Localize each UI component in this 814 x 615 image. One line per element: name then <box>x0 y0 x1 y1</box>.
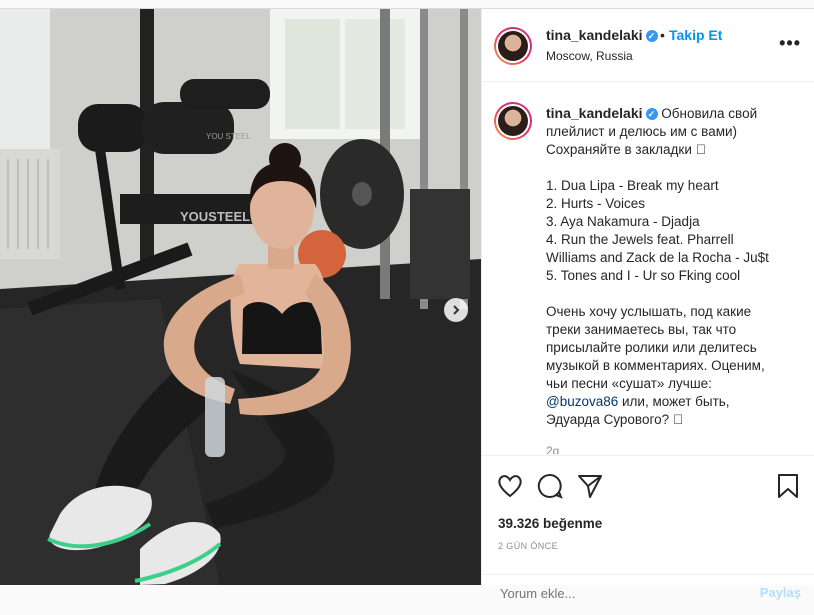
post-comment-button[interactable]: Paylaş <box>760 585 801 600</box>
post-caption: tina_kandelaki ✓ Обновила свой плейлист и… <box>546 104 806 429</box>
brand-text: YOUSTEEL <box>180 209 250 224</box>
avatar[interactable] <box>494 27 532 65</box>
caption-avatar[interactable] <box>494 102 532 140</box>
caption-line: или, может быть, <box>618 394 730 409</box>
caption-line: плейлист и делюсь им с вами) <box>546 124 738 139</box>
post-photo[interactable]: YOU STEEL YOUSTEEL <box>0 9 481 585</box>
caption-line: треки занимаетесь вы, так что <box>546 322 737 337</box>
action-bar: 39.326 beğenme 2 GÜN ÖNCE Paylaş <box>482 455 814 602</box>
post-date[interactable]: 2 GÜN ÖNCE <box>498 541 558 551</box>
verified-icon: ✓ <box>645 108 658 121</box>
caption-line: Эдуарда Сурового? ⃞ <box>546 412 683 427</box>
post-container: YOU STEEL YOUSTEEL tina_kandelaki ✓ • Ta… <box>0 8 814 602</box>
more-options-icon[interactable]: ••• <box>779 33 801 54</box>
likes-count[interactable]: 39.326 beğenme <box>498 516 602 531</box>
caption-line: музыкой в комментариях. Оценим, <box>546 358 765 373</box>
heart-icon[interactable] <box>496 472 524 500</box>
caption-username[interactable]: tina_kandelaki ✓ <box>546 105 658 121</box>
playlist-item: 5. Tones and I - Ur so Fking cool <box>546 268 741 283</box>
chevron-right-icon <box>453 305 460 315</box>
caption-line: Сохраняйте в закладки ⃞ <box>546 142 706 157</box>
gym-photo: YOU STEEL YOUSTEEL <box>0 9 481 585</box>
post-header: tina_kandelaki ✓ • Takip Et Moscow, Russi… <box>482 9 814 82</box>
next-image-button[interactable] <box>444 298 468 322</box>
playlist-item: 1. Dua Lipa - Break my heart <box>546 178 719 193</box>
playlist-item: Williams and Zack de la Rocha - Ju$t <box>546 250 769 265</box>
caption-line: Очень хочу услышать, под какие <box>546 304 752 319</box>
post-sidebar: tina_kandelaki ✓ • Takip Et Moscow, Russi… <box>481 9 814 602</box>
playlist-item: 4. Run the Jewels feat. Pharrell <box>546 232 734 247</box>
caption-line: чьи песни «сушат» лучше: <box>546 376 712 391</box>
location-link[interactable]: Moscow, Russia <box>546 49 633 63</box>
pad-text: YOU STEEL <box>206 132 251 141</box>
author-username[interactable]: tina_kandelaki ✓ <box>546 27 658 43</box>
comment-icon[interactable] <box>536 472 564 500</box>
caption-line: присылайте ролики или делитесь <box>546 340 757 355</box>
separator-dot: • <box>660 27 665 43</box>
playlist-item: 3. Aya Nakamura - Djadja <box>546 214 700 229</box>
comments-area: tina_kandelaki ✓ Обновила свой плейлист и… <box>482 82 814 454</box>
comment-input[interactable] <box>498 585 742 602</box>
caption-line: Обновила свой <box>661 106 758 121</box>
mention-link[interactable]: @buzova86 <box>546 394 618 409</box>
bookmark-icon[interactable] <box>774 472 802 500</box>
verified-icon: ✓ <box>645 30 658 43</box>
share-icon[interactable] <box>576 472 604 500</box>
playlist-item: 2. Hurts - Voices <box>546 196 646 211</box>
follow-button[interactable]: Takip Et <box>669 27 722 43</box>
caption-time: 2g <box>546 444 560 454</box>
comment-box: Paylaş <box>482 574 814 615</box>
